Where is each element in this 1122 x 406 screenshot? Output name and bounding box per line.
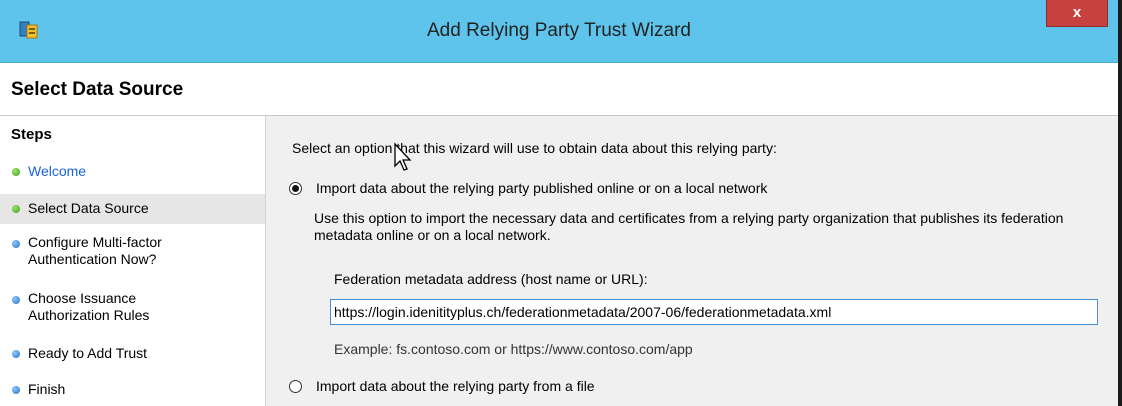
step-welcome[interactable]: Welcome [0, 160, 265, 184]
step-label[interactable]: Welcome [28, 163, 86, 180]
page-header: Select Data Source [0, 63, 1118, 116]
step-finish[interactable]: Finish [0, 378, 265, 402]
step-label: Choose Issuance Authorization Rules [28, 290, 150, 323]
close-button[interactable]: x [1046, 0, 1108, 27]
option-import-online-label[interactable]: Import data about the relying party publ… [316, 180, 767, 196]
title-bar[interactable]: Add Relying Party Trust Wizard x [0, 0, 1118, 63]
window-title: Add Relying Party Trust Wizard [427, 20, 691, 41]
option-import-file-label[interactable]: Import data about the relying party from… [316, 378, 595, 394]
page-title: Select Data Source [11, 79, 184, 100]
instruction-text: Select an option that this wizard will u… [292, 140, 777, 156]
steps-heading: Steps [11, 126, 52, 143]
radio-import-file[interactable] [289, 380, 302, 393]
metadata-address-label: Federation metadata address (host name o… [334, 271, 648, 287]
blue-status-dot-icon [12, 296, 20, 304]
step-label: Finish [28, 381, 66, 397]
step-issuance-rules[interactable]: Choose Issuance Authorization Rules [0, 288, 265, 328]
wizard-window: Add Relying Party Trust Wizard x Select … [0, 0, 1118, 406]
metadata-example-text: Example: fs.contoso.com or https://www.c… [334, 341, 693, 357]
step-label: Ready to Add Trust [28, 345, 148, 361]
blue-status-dot-icon [12, 240, 20, 248]
green-status-dot-icon [12, 168, 20, 176]
mouse-pointer-icon [394, 142, 412, 171]
blue-status-dot-icon [12, 386, 20, 394]
blue-status-dot-icon [12, 350, 20, 358]
step-ready-to-add-trust[interactable]: Ready to Add Trust [0, 342, 265, 366]
step-configure-mfa[interactable]: Configure Multi-factor Authentication No… [0, 232, 265, 272]
radio-import-online[interactable] [289, 182, 302, 195]
step-select-data-source[interactable]: Select Data Source [0, 194, 265, 224]
steps-sidebar: Steps Welcome Select Data Source Configu… [0, 116, 266, 406]
green-status-dot-icon [12, 205, 20, 213]
metadata-address-input[interactable] [330, 299, 1098, 325]
option-online-description: Use this option to import the necessary … [314, 210, 1064, 243]
step-label: Select Data Source [28, 200, 149, 216]
step-label: Configure Multi-factor Authentication No… [28, 234, 162, 267]
